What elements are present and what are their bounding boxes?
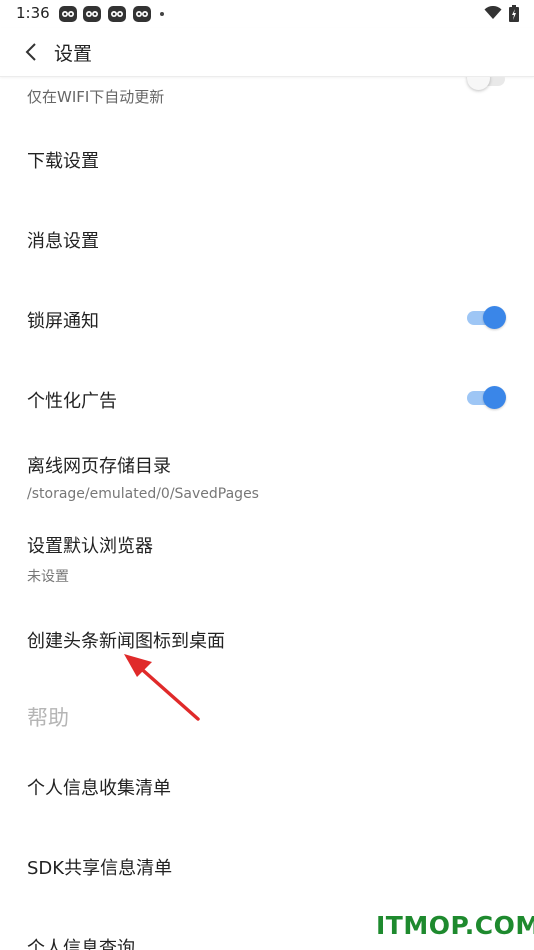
- toggle-knob: [483, 306, 506, 329]
- app-notification-icon: [59, 6, 77, 22]
- help-item-label: SDK共享信息清单: [27, 858, 173, 879]
- section-title-help: 帮助: [27, 706, 69, 730]
- wifi-auto-update-toggle[interactable]: [467, 77, 507, 91]
- chevron-left-icon[interactable]: [22, 41, 42, 63]
- setting-desktop-icon[interactable]: 创建头条新闻图标到桌面: [0, 597, 534, 677]
- toggle-knob: [467, 77, 490, 90]
- status-bar: 1:36: [0, 0, 534, 28]
- setting-label: 下载设置: [27, 151, 99, 172]
- setting-offline-dir[interactable]: 离线网页存储目录 /storage/emulated/0/SavedPages: [0, 437, 534, 517]
- more-notifications-dot: [160, 12, 164, 16]
- app-notification-icon: [83, 6, 101, 22]
- status-time: 1:36: [16, 4, 50, 22]
- setting-value: 未设置: [27, 569, 69, 585]
- setting-wifi-auto-update[interactable]: 仅在WIFI下自动更新: [0, 77, 534, 117]
- setting-label: 个性化广告: [27, 391, 117, 412]
- setting-default-browser[interactable]: 设置默认浏览器 未设置: [0, 517, 534, 597]
- app-notification-icon: [108, 6, 126, 22]
- setting-label: 离线网页存储目录: [27, 456, 171, 477]
- wifi-icon: [484, 6, 502, 19]
- page-title: 设置: [54, 43, 93, 65]
- setting-label: 仅在WIFI下自动更新: [27, 88, 165, 106]
- lockscreen-toggle[interactable]: [467, 306, 507, 330]
- setting-message[interactable]: 消息设置: [0, 197, 534, 277]
- watermark-logo: ITMOP.COM: [376, 911, 534, 940]
- personalized-ads-toggle[interactable]: [467, 386, 507, 410]
- setting-label: 消息设置: [27, 231, 99, 252]
- setting-lockscreen[interactable]: 锁屏通知: [0, 277, 534, 357]
- setting-value: /storage/emulated/0/SavedPages: [27, 486, 259, 502]
- battery-icon: [509, 5, 519, 22]
- help-item-label: 个人信息收集清单: [27, 778, 171, 799]
- settings-list[interactable]: 仅在WIFI下自动更新 下载设置 消息设置 锁屏通知 个性化广告 离线网页存储目…: [0, 77, 534, 950]
- help-item-sdk-sharing[interactable]: SDK共享信息清单: [0, 825, 534, 905]
- setting-download[interactable]: 下载设置: [0, 117, 534, 197]
- setting-personalized-ads[interactable]: 个性化广告: [0, 357, 534, 437]
- setting-label: 创建头条新闻图标到桌面: [27, 631, 225, 652]
- help-item-info-collection[interactable]: 个人信息收集清单: [0, 745, 534, 825]
- setting-label: 锁屏通知: [27, 311, 99, 332]
- app-header: 设置: [0, 28, 534, 77]
- setting-label: 设置默认浏览器: [27, 536, 153, 557]
- app-notification-icon: [133, 6, 151, 22]
- help-item-label: 个人信息查询: [27, 938, 135, 950]
- toggle-knob: [483, 386, 506, 409]
